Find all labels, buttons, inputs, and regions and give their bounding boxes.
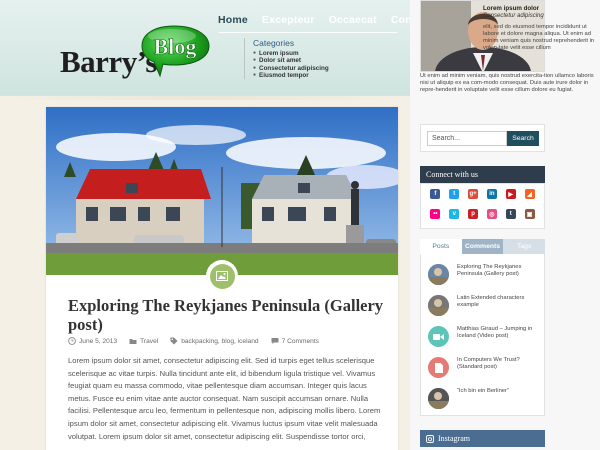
instagram-widget-title: Instagram <box>420 430 545 447</box>
category-item[interactable]: Eiusmod tempor <box>253 72 404 79</box>
tab-comments[interactable]: Comments <box>461 239 504 254</box>
post-featured-image[interactable] <box>46 107 398 275</box>
post-thumbnail[interactable] <box>428 264 449 285</box>
author-bio: elit, sed do eiusmod tempor incididunt u… <box>483 24 595 51</box>
tumblr-icon[interactable]: t <box>505 209 516 219</box>
flickr-icon[interactable]: •• <box>430 209 441 219</box>
category-item[interactable]: Lorem ipsum <box>253 50 404 57</box>
post-format-badge <box>206 260 238 292</box>
list-item-title[interactable]: “Ich bin ein Berliner” <box>457 388 543 395</box>
list-item[interactable]: “Ich bin ein Berliner” <box>428 386 543 412</box>
post-meta: June 5, 2013 Travel backpacking, blog, i… <box>68 337 388 345</box>
linkedin-icon[interactable]: in <box>486 189 497 199</box>
author-subtitle: Consectetur adipiscing <box>483 13 544 19</box>
facebook-icon[interactable]: f <box>430 189 441 199</box>
document-icon[interactable] <box>428 357 449 378</box>
list-item-title[interactable]: Latin Extended characters example <box>457 295 543 310</box>
vimeo-icon[interactable]: v <box>449 209 460 219</box>
post-excerpt: Lorem ipsum dolor sit amet, consectetur … <box>68 356 381 441</box>
author-name: Lorem ipsum dolor <box>483 5 540 12</box>
post-title[interactable]: Exploring The Reykjanes Peninsula (Galle… <box>68 296 388 334</box>
rss-icon[interactable]: ◢ <box>524 189 535 199</box>
search-button[interactable]: Search <box>507 131 539 146</box>
nav-divider <box>218 32 398 33</box>
blog-bubble-text: Blog <box>154 34 197 59</box>
search-widget: Search <box>420 124 545 152</box>
gallery-icon <box>216 271 228 281</box>
social-icons-grid: f t g+ in ▶ ◢ •• v p ◎ t ▣ <box>420 183 545 229</box>
list-item[interactable]: In Computers We Trust? (Standard post) <box>428 355 543 381</box>
tag-icon <box>170 337 178 345</box>
categories-list: Lorem ipsum Dolor sit amet Consectetur a… <box>253 50 404 79</box>
post-thumbnail[interactable] <box>428 295 449 316</box>
category-item[interactable]: Consectetur adipiscing <box>253 65 404 72</box>
categories-box: Categories Lorem ipsum Dolor sit amet Co… <box>244 38 404 80</box>
dribbble-icon[interactable]: ◎ <box>486 209 497 219</box>
tab-tags[interactable]: Tags <box>503 239 546 254</box>
folder-icon <box>129 339 137 344</box>
author-bio-continued: Ut enim ad minim veniam, quis nostrud ex… <box>420 73 594 93</box>
post-thumbnail[interactable] <box>428 388 449 409</box>
twitter-icon[interactable]: t <box>449 189 460 199</box>
instagram-icon[interactable]: ▣ <box>524 209 535 219</box>
list-item[interactable]: Exploring The Reykjanes Peninsula (Galle… <box>428 262 543 288</box>
post-category[interactable]: Travel <box>140 338 158 345</box>
post-tags[interactable]: backpacking, blog, iceland <box>181 338 258 345</box>
nav-occaecat[interactable]: Occaecat <box>329 14 377 26</box>
instagram-icon <box>426 434 434 443</box>
tab-posts[interactable]: Posts <box>420 239 462 254</box>
categories-title: Categories <box>253 38 295 48</box>
list-item[interactable]: Latin Extended characters example <box>428 293 543 319</box>
list-item-title[interactable]: Matthias Giraud – Jumping in Iceland (Vi… <box>457 326 543 341</box>
category-item[interactable]: Dolor sit amet <box>253 57 404 64</box>
youtube-icon[interactable]: ▶ <box>505 189 516 199</box>
connect-widget-title: Connect with us <box>420 166 545 183</box>
blog-speech-bubble-logo[interactable]: Blog <box>134 24 212 78</box>
nav-excepteur[interactable]: Excepteur <box>262 14 315 26</box>
sidebar-tabs: Posts Comments Tags <box>420 239 546 254</box>
pinterest-icon[interactable]: p <box>468 209 479 219</box>
google-plus-icon[interactable]: g+ <box>468 189 479 199</box>
comment-icon <box>271 338 279 344</box>
top-navigation: Home Excepteur Occaecat Contact <box>218 14 431 26</box>
video-camera-icon[interactable] <box>428 326 449 347</box>
nav-home[interactable]: Home <box>218 14 248 26</box>
post-date: June 5, 2013 <box>79 337 118 345</box>
clock-icon <box>68 337 76 345</box>
post-comments-link[interactable]: 7 Comments <box>282 338 319 345</box>
search-input[interactable] <box>427 131 507 146</box>
list-item[interactable]: Matthias Giraud – Jumping in Iceland (Vi… <box>428 324 543 350</box>
list-item-title[interactable]: In Computers We Trust? (Standard post) <box>457 357 543 372</box>
instagram-title: Instagram <box>438 434 470 443</box>
recent-posts-list: Exploring The Reykjanes Peninsula (Galle… <box>420 254 545 416</box>
list-item-title[interactable]: Exploring The Reykjanes Peninsula (Galle… <box>457 264 543 279</box>
post-card: Exploring The Reykjanes Peninsula (Galle… <box>46 107 398 450</box>
